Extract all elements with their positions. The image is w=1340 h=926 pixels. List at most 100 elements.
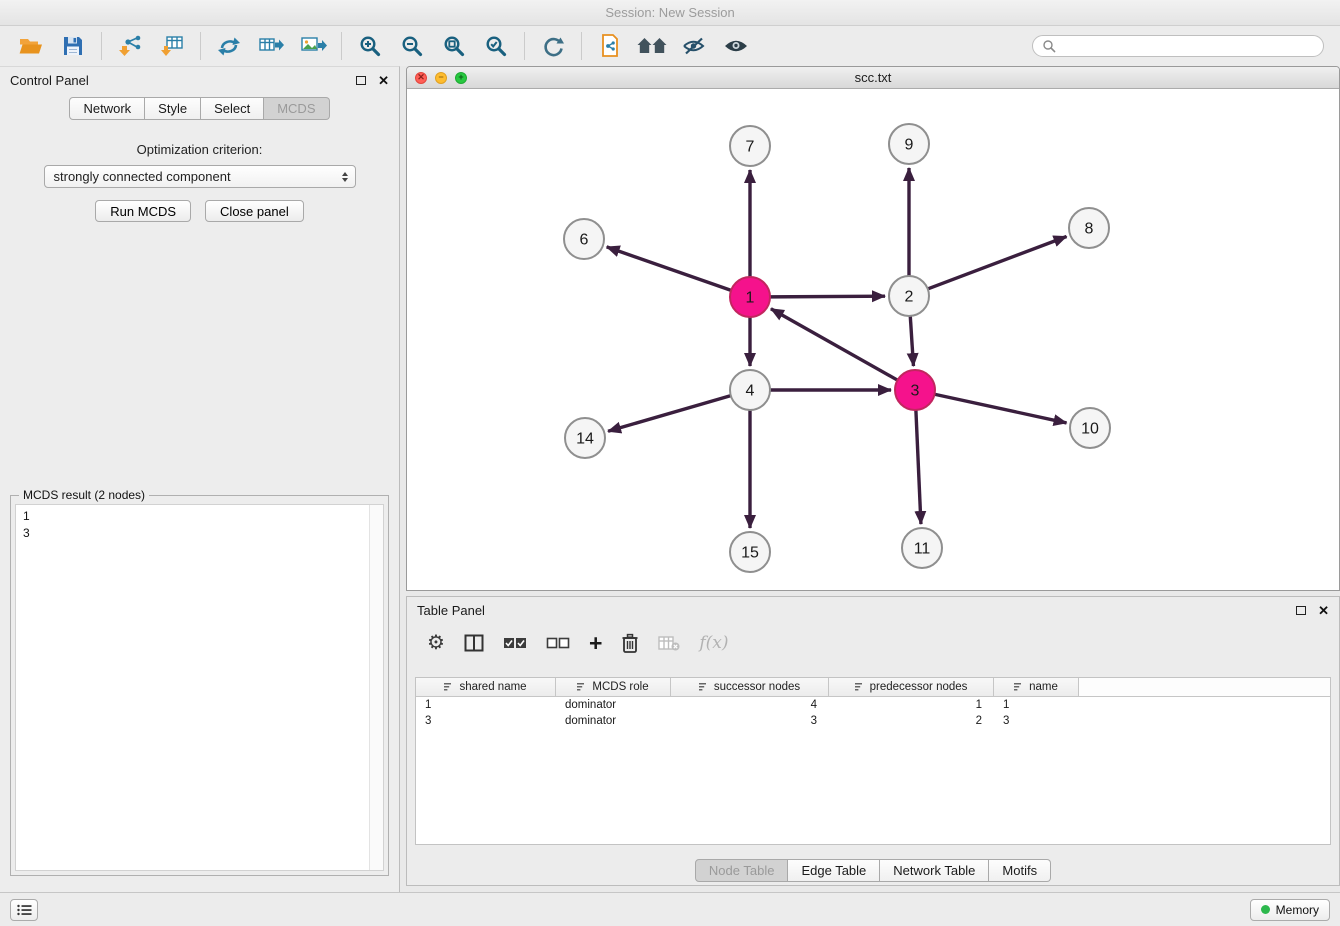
table-tab-edge-table[interactable]: Edge Table	[788, 859, 880, 882]
table-row[interactable]: 1dominator411	[416, 697, 1330, 713]
import-network-button[interactable]	[109, 29, 151, 63]
column-header-filler	[1079, 678, 1330, 697]
graph-edge-4-14[interactable]	[608, 396, 731, 432]
table-cell: 3	[416, 713, 556, 729]
destroy-network-button[interactable]	[208, 29, 250, 63]
select-all-columns-button[interactable]	[503, 637, 527, 649]
graph-node-label: 1	[746, 290, 755, 307]
graph-node-10[interactable]: 10	[1070, 408, 1110, 448]
tab-network[interactable]: Network	[69, 97, 145, 120]
zoom-out-button[interactable]	[391, 29, 433, 63]
criterion-dropdown[interactable]: strongly connected component	[44, 165, 356, 188]
show-panels-button[interactable]	[10, 899, 38, 921]
graph-node-8[interactable]: 8	[1069, 208, 1109, 248]
function-builder-button-disabled: f(x)	[699, 633, 728, 653]
graph-node-15[interactable]: 15	[730, 532, 770, 572]
graph-node-11[interactable]: 11	[902, 528, 942, 568]
graph-edge-3-11[interactable]	[916, 410, 921, 524]
fx-icon: f(x)	[699, 633, 728, 653]
graph-node-label: 2	[905, 289, 914, 306]
graph-edge-3-10[interactable]	[935, 394, 1067, 423]
table-panel-header: Table Panel ✕	[407, 597, 1339, 623]
column-header-name[interactable]: name	[994, 678, 1079, 697]
export-image-button[interactable]	[292, 29, 334, 63]
table-tab-motifs[interactable]: Motifs	[989, 859, 1051, 882]
zoom-out-icon	[400, 34, 424, 58]
tab-select[interactable]: Select	[201, 97, 264, 120]
save-session-button[interactable]	[52, 29, 94, 63]
table-cell: 3	[994, 713, 1079, 729]
close-panel-icon[interactable]: ✕	[378, 74, 389, 87]
memory-button[interactable]: Memory	[1250, 899, 1330, 921]
refresh-icon	[541, 34, 565, 58]
window-close-icon[interactable]: ✕	[415, 72, 427, 84]
hide-graphics-details-button[interactable]	[673, 29, 715, 63]
mcds-result-area: 13	[15, 504, 384, 871]
open-in-browser-button[interactable]	[589, 29, 631, 63]
search-input[interactable]	[1062, 39, 1314, 53]
graph-edge-2-3[interactable]	[910, 316, 913, 366]
toolbar-separator	[524, 32, 525, 60]
graph-node-1[interactable]: 1	[730, 277, 770, 317]
zoom-selected-button[interactable]	[475, 29, 517, 63]
network-view-window: ✕ − + scc.txt 7968124314101511	[406, 66, 1340, 591]
create-column-button[interactable]: +	[589, 632, 602, 655]
column-header-MCDS-role[interactable]: MCDS role	[556, 678, 671, 697]
graph-node-4[interactable]: 4	[730, 370, 770, 410]
float-panel-icon[interactable]	[356, 76, 366, 85]
column-header-shared-name[interactable]: shared name	[416, 678, 556, 697]
show-columns-button[interactable]	[464, 634, 484, 652]
graph-node-label: 14	[576, 431, 594, 448]
toolbar-separator	[581, 32, 582, 60]
home-layout-button[interactable]	[631, 29, 673, 63]
unchecked-boxes-icon	[546, 637, 570, 649]
close-panel-icon[interactable]: ✕	[1318, 604, 1329, 617]
graph-edge-3-1[interactable]	[771, 309, 898, 380]
zoom-fit-button[interactable]	[433, 29, 475, 63]
column-header-label: successor nodes	[714, 681, 800, 693]
graph-node-7[interactable]: 7	[730, 126, 770, 166]
show-graphics-details-button[interactable]	[715, 29, 757, 63]
run-mcds-button[interactable]: Run MCDS	[95, 200, 191, 222]
graph-edge-2-8[interactable]	[928, 236, 1067, 288]
document-share-icon	[598, 33, 622, 59]
float-panel-icon[interactable]	[1296, 606, 1306, 615]
graph-node-label: 3	[911, 383, 920, 400]
network-canvas[interactable]: 7 9 6 8 1 2 4 3 14 10 15 11	[407, 89, 1339, 590]
zoom-in-button[interactable]	[349, 29, 391, 63]
memory-status-dot-icon	[1261, 905, 1270, 914]
graph-node-6[interactable]: 6	[564, 219, 604, 259]
graph-node-label: 9	[905, 137, 914, 154]
export-table-button[interactable]	[250, 29, 292, 63]
column-header-predecessor-nodes[interactable]: predecessor nodes	[829, 678, 994, 697]
columns-icon	[464, 634, 484, 652]
table-tab-node-table[interactable]: Node Table	[695, 859, 789, 882]
column-header-successor-nodes[interactable]: successor nodes	[671, 678, 829, 697]
tab-mcds[interactable]: MCDS	[264, 97, 329, 120]
graph-node-9[interactable]: 9	[889, 124, 929, 164]
column-header-label: predecessor nodes	[870, 681, 968, 693]
close-panel-button[interactable]: Close panel	[205, 200, 304, 222]
graph-edge-1-2[interactable]	[770, 296, 885, 297]
window-zoom-icon[interactable]: +	[455, 72, 467, 84]
result-scrollbar[interactable]	[369, 505, 383, 870]
table-tab-network-table[interactable]: Network Table	[880, 859, 989, 882]
graph-node-label: 6	[580, 232, 589, 249]
sort-icon	[444, 682, 454, 692]
unselect-all-columns-button[interactable]	[546, 637, 570, 649]
delete-columns-button[interactable]	[621, 633, 639, 654]
graph-node-14[interactable]: 14	[565, 418, 605, 458]
refresh-view-button[interactable]	[532, 29, 574, 63]
graph-node-2[interactable]: 2	[889, 276, 929, 316]
table-row[interactable]: 3dominator323	[416, 713, 1330, 729]
window-minimize-icon[interactable]: −	[435, 72, 447, 84]
memory-button-label: Memory	[1276, 903, 1319, 917]
open-session-button[interactable]	[10, 29, 52, 63]
tab-style[interactable]: Style	[145, 97, 201, 120]
table-settings-button[interactable]: ⚙	[427, 633, 445, 653]
search-box[interactable]	[1032, 35, 1324, 57]
node-table-header: shared nameMCDS role successor nodes prede…	[416, 678, 1330, 697]
import-table-button[interactable]	[151, 29, 193, 63]
graph-node-3[interactable]: 3	[895, 370, 935, 410]
graph-edge-1-6[interactable]	[607, 247, 731, 290]
